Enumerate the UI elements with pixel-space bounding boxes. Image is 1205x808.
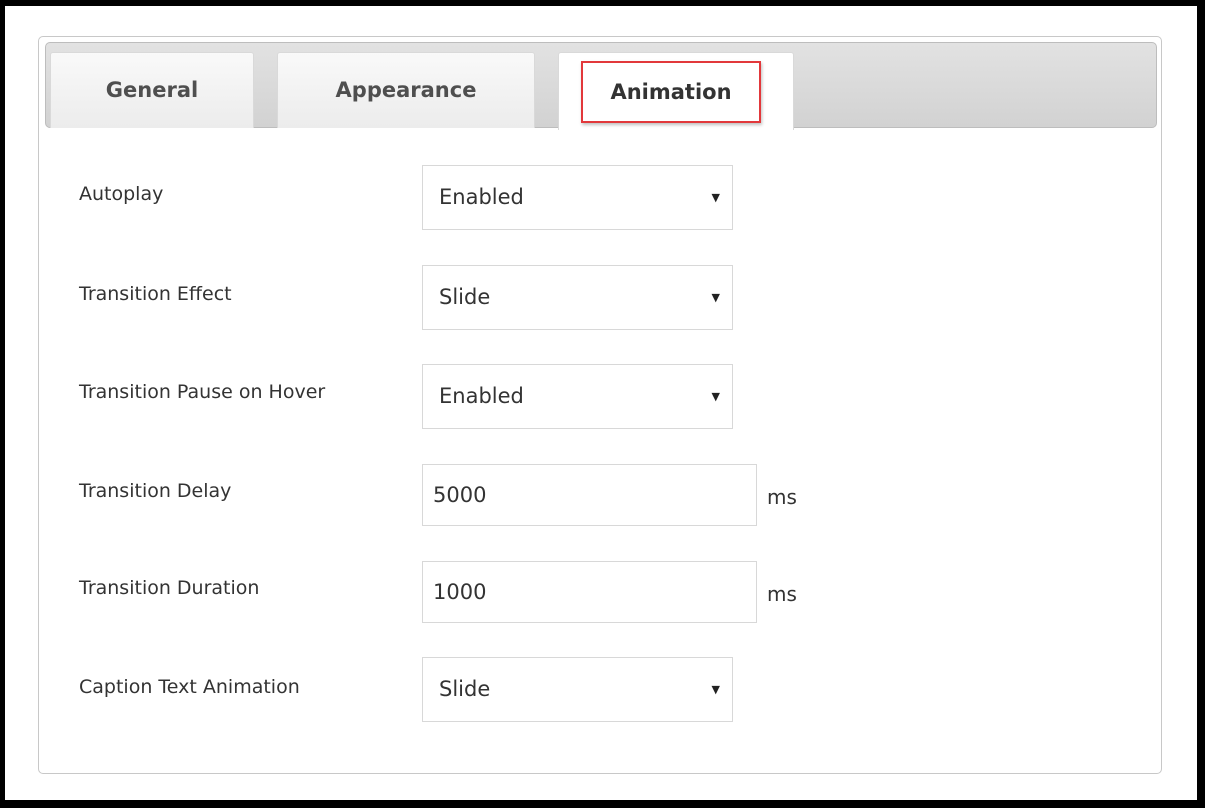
tab-general[interactable]: General <box>50 52 254 128</box>
pause-on-hover-label: Transition Pause on Hover <box>79 381 326 403</box>
transition-effect-label: Transition Effect <box>79 283 232 305</box>
transition-delay-label: Transition Delay <box>79 480 232 502</box>
autoplay-select[interactable]: Enabled ▼ <box>422 165 733 230</box>
transition-duration-unit: ms <box>767 582 797 606</box>
pause-on-hover-select[interactable]: Enabled ▼ <box>422 364 733 429</box>
transition-effect-select[interactable]: Slide ▼ <box>422 265 733 330</box>
tab-general-label: General <box>105 78 199 102</box>
pause-on-hover-value: Enabled <box>439 384 524 408</box>
caret-down-icon: ▼ <box>711 683 720 696</box>
caption-animation-select[interactable]: Slide ▼ <box>422 657 733 722</box>
tab-animation[interactable]: Animation <box>558 52 794 130</box>
transition-effect-value: Slide <box>439 285 491 309</box>
caption-animation-label: Caption Text Animation <box>79 676 300 698</box>
transition-duration-input[interactable] <box>422 561 757 623</box>
caret-down-icon: ▼ <box>711 191 720 204</box>
autoplay-label: Autoplay <box>79 183 164 205</box>
transition-delay-unit: ms <box>767 485 797 509</box>
caption-animation-value: Slide <box>439 677 491 701</box>
transition-duration-label: Transition Duration <box>79 577 260 599</box>
caret-down-icon: ▼ <box>711 390 720 403</box>
tab-appearance-label: Appearance <box>335 78 477 102</box>
tab-animation-highlight: Animation <box>581 61 761 123</box>
tab-appearance[interactable]: Appearance <box>277 52 535 128</box>
caret-down-icon: ▼ <box>711 291 720 304</box>
transition-delay-input[interactable] <box>422 464 757 526</box>
autoplay-value: Enabled <box>439 185 524 209</box>
tab-animation-label: Animation <box>610 80 732 104</box>
